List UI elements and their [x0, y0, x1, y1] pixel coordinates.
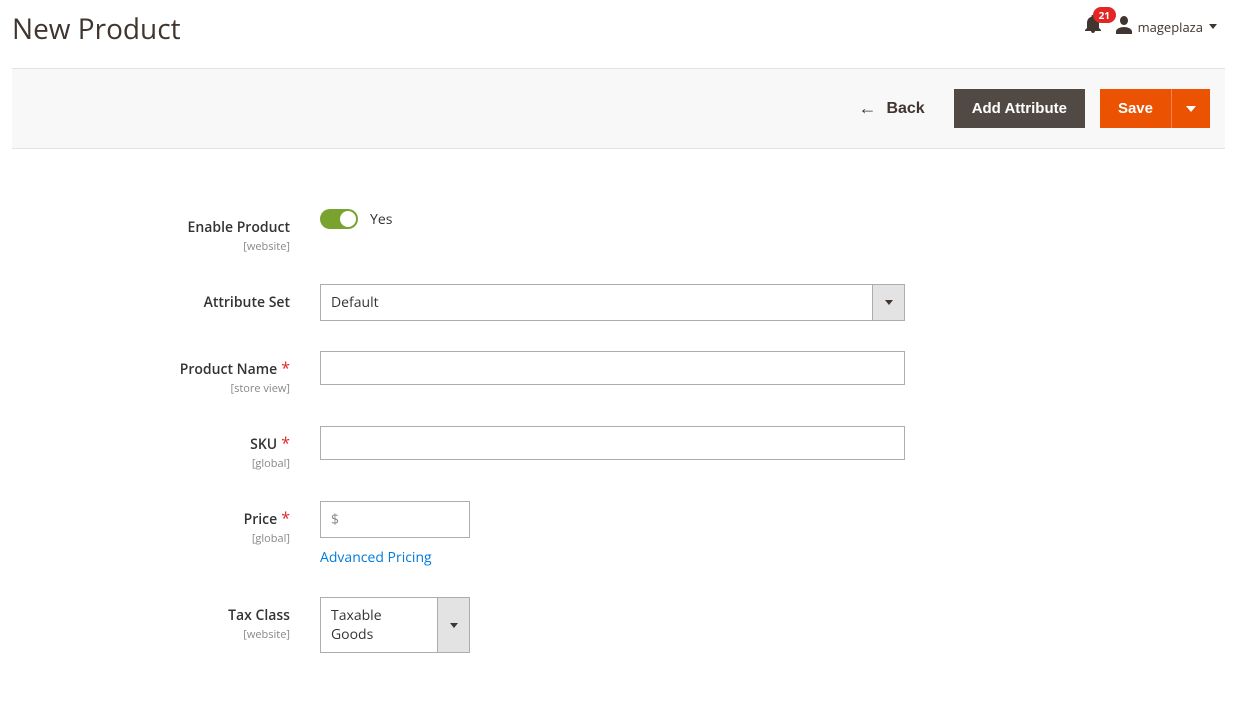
- notifications-button[interactable]: 21: [1085, 15, 1101, 38]
- sku-label-col: SKU* [global]: [20, 426, 320, 471]
- sku-control: [320, 426, 940, 460]
- enable-product-control: Yes: [320, 209, 940, 229]
- attribute-set-control: Default: [320, 284, 940, 321]
- price-control: $ Advanced Pricing: [320, 501, 940, 567]
- attribute-set-label: Attribute Set: [204, 293, 290, 312]
- product-form: Enable Product [website] Yes Attribute S…: [0, 149, 1237, 703]
- user-icon: [1116, 16, 1132, 38]
- attribute-set-value: Default: [321, 285, 872, 320]
- arrow-left-icon: ←: [858, 98, 876, 119]
- price-row: Price* [global] $ Advanced Pricing: [20, 501, 1217, 567]
- price-label: Price: [244, 510, 278, 529]
- advanced-pricing-link[interactable]: Advanced Pricing: [320, 548, 432, 567]
- sku-input[interactable]: [320, 426, 905, 460]
- product-name-label: Product Name: [180, 360, 277, 379]
- enable-product-toggle[interactable]: [320, 209, 358, 229]
- back-button[interactable]: ← Back: [844, 90, 938, 127]
- required-mark: *: [281, 507, 290, 529]
- save-button[interactable]: Save: [1100, 89, 1171, 128]
- tax-class-label: Tax Class: [228, 606, 290, 625]
- toggle-knob: [340, 211, 356, 227]
- price-currency-prefix: $: [321, 502, 339, 537]
- chevron-down-icon: [1209, 24, 1217, 29]
- action-bar: ← Back Add Attribute Save: [12, 68, 1225, 149]
- chevron-down-icon: [450, 623, 458, 628]
- price-input[interactable]: [339, 504, 469, 536]
- page-header: New Product 21 mageplaza: [0, 0, 1237, 68]
- attribute-set-select[interactable]: Default: [320, 284, 905, 321]
- required-mark: *: [281, 357, 290, 379]
- tax-class-toggle[interactable]: [437, 598, 469, 652]
- enable-product-value: Yes: [370, 210, 392, 229]
- attribute-set-row: Attribute Set Default: [20, 284, 1217, 321]
- enable-product-label-col: Enable Product [website]: [20, 209, 320, 254]
- price-scope: [global]: [20, 531, 290, 546]
- enable-product-label: Enable Product: [188, 218, 290, 237]
- product-name-input[interactable]: [320, 351, 905, 385]
- product-name-row: Product Name* [store view]: [20, 351, 1217, 396]
- tax-class-scope: [website]: [20, 627, 290, 642]
- sku-row: SKU* [global]: [20, 426, 1217, 471]
- save-dropdown-toggle[interactable]: [1171, 89, 1210, 128]
- required-mark: *: [281, 432, 290, 454]
- attribute-set-toggle[interactable]: [872, 285, 904, 320]
- sku-scope: [global]: [20, 456, 290, 471]
- notification-badge: 21: [1093, 7, 1116, 23]
- tax-class-label-col: Tax Class [website]: [20, 597, 320, 642]
- chevron-down-icon: [1186, 106, 1196, 112]
- header-actions: 21 mageplaza: [1085, 15, 1217, 38]
- page-title: New Product: [12, 10, 181, 48]
- product-name-control: [320, 351, 940, 385]
- price-input-wrap: $: [320, 501, 470, 538]
- user-menu[interactable]: mageplaza: [1116, 16, 1217, 38]
- attribute-set-label-col: Attribute Set: [20, 284, 320, 312]
- price-label-col: Price* [global]: [20, 501, 320, 546]
- product-name-label-col: Product Name* [store view]: [20, 351, 320, 396]
- product-name-scope: [store view]: [20, 381, 290, 396]
- sku-label: SKU: [250, 435, 277, 454]
- chevron-down-icon: [885, 300, 893, 305]
- tax-class-control: Taxable Goods: [320, 597, 940, 653]
- enable-product-toggle-wrap: Yes: [320, 209, 940, 229]
- username-label: mageplaza: [1138, 18, 1203, 36]
- tax-class-row: Tax Class [website] Taxable Goods: [20, 597, 1217, 653]
- add-attribute-button[interactable]: Add Attribute: [954, 89, 1085, 128]
- enable-product-row: Enable Product [website] Yes: [20, 209, 1217, 254]
- enable-product-scope: [website]: [20, 239, 290, 254]
- tax-class-select[interactable]: Taxable Goods: [320, 597, 470, 653]
- back-label: Back: [886, 100, 924, 118]
- save-button-group: Save: [1100, 89, 1210, 128]
- tax-class-value: Taxable Goods: [321, 598, 437, 652]
